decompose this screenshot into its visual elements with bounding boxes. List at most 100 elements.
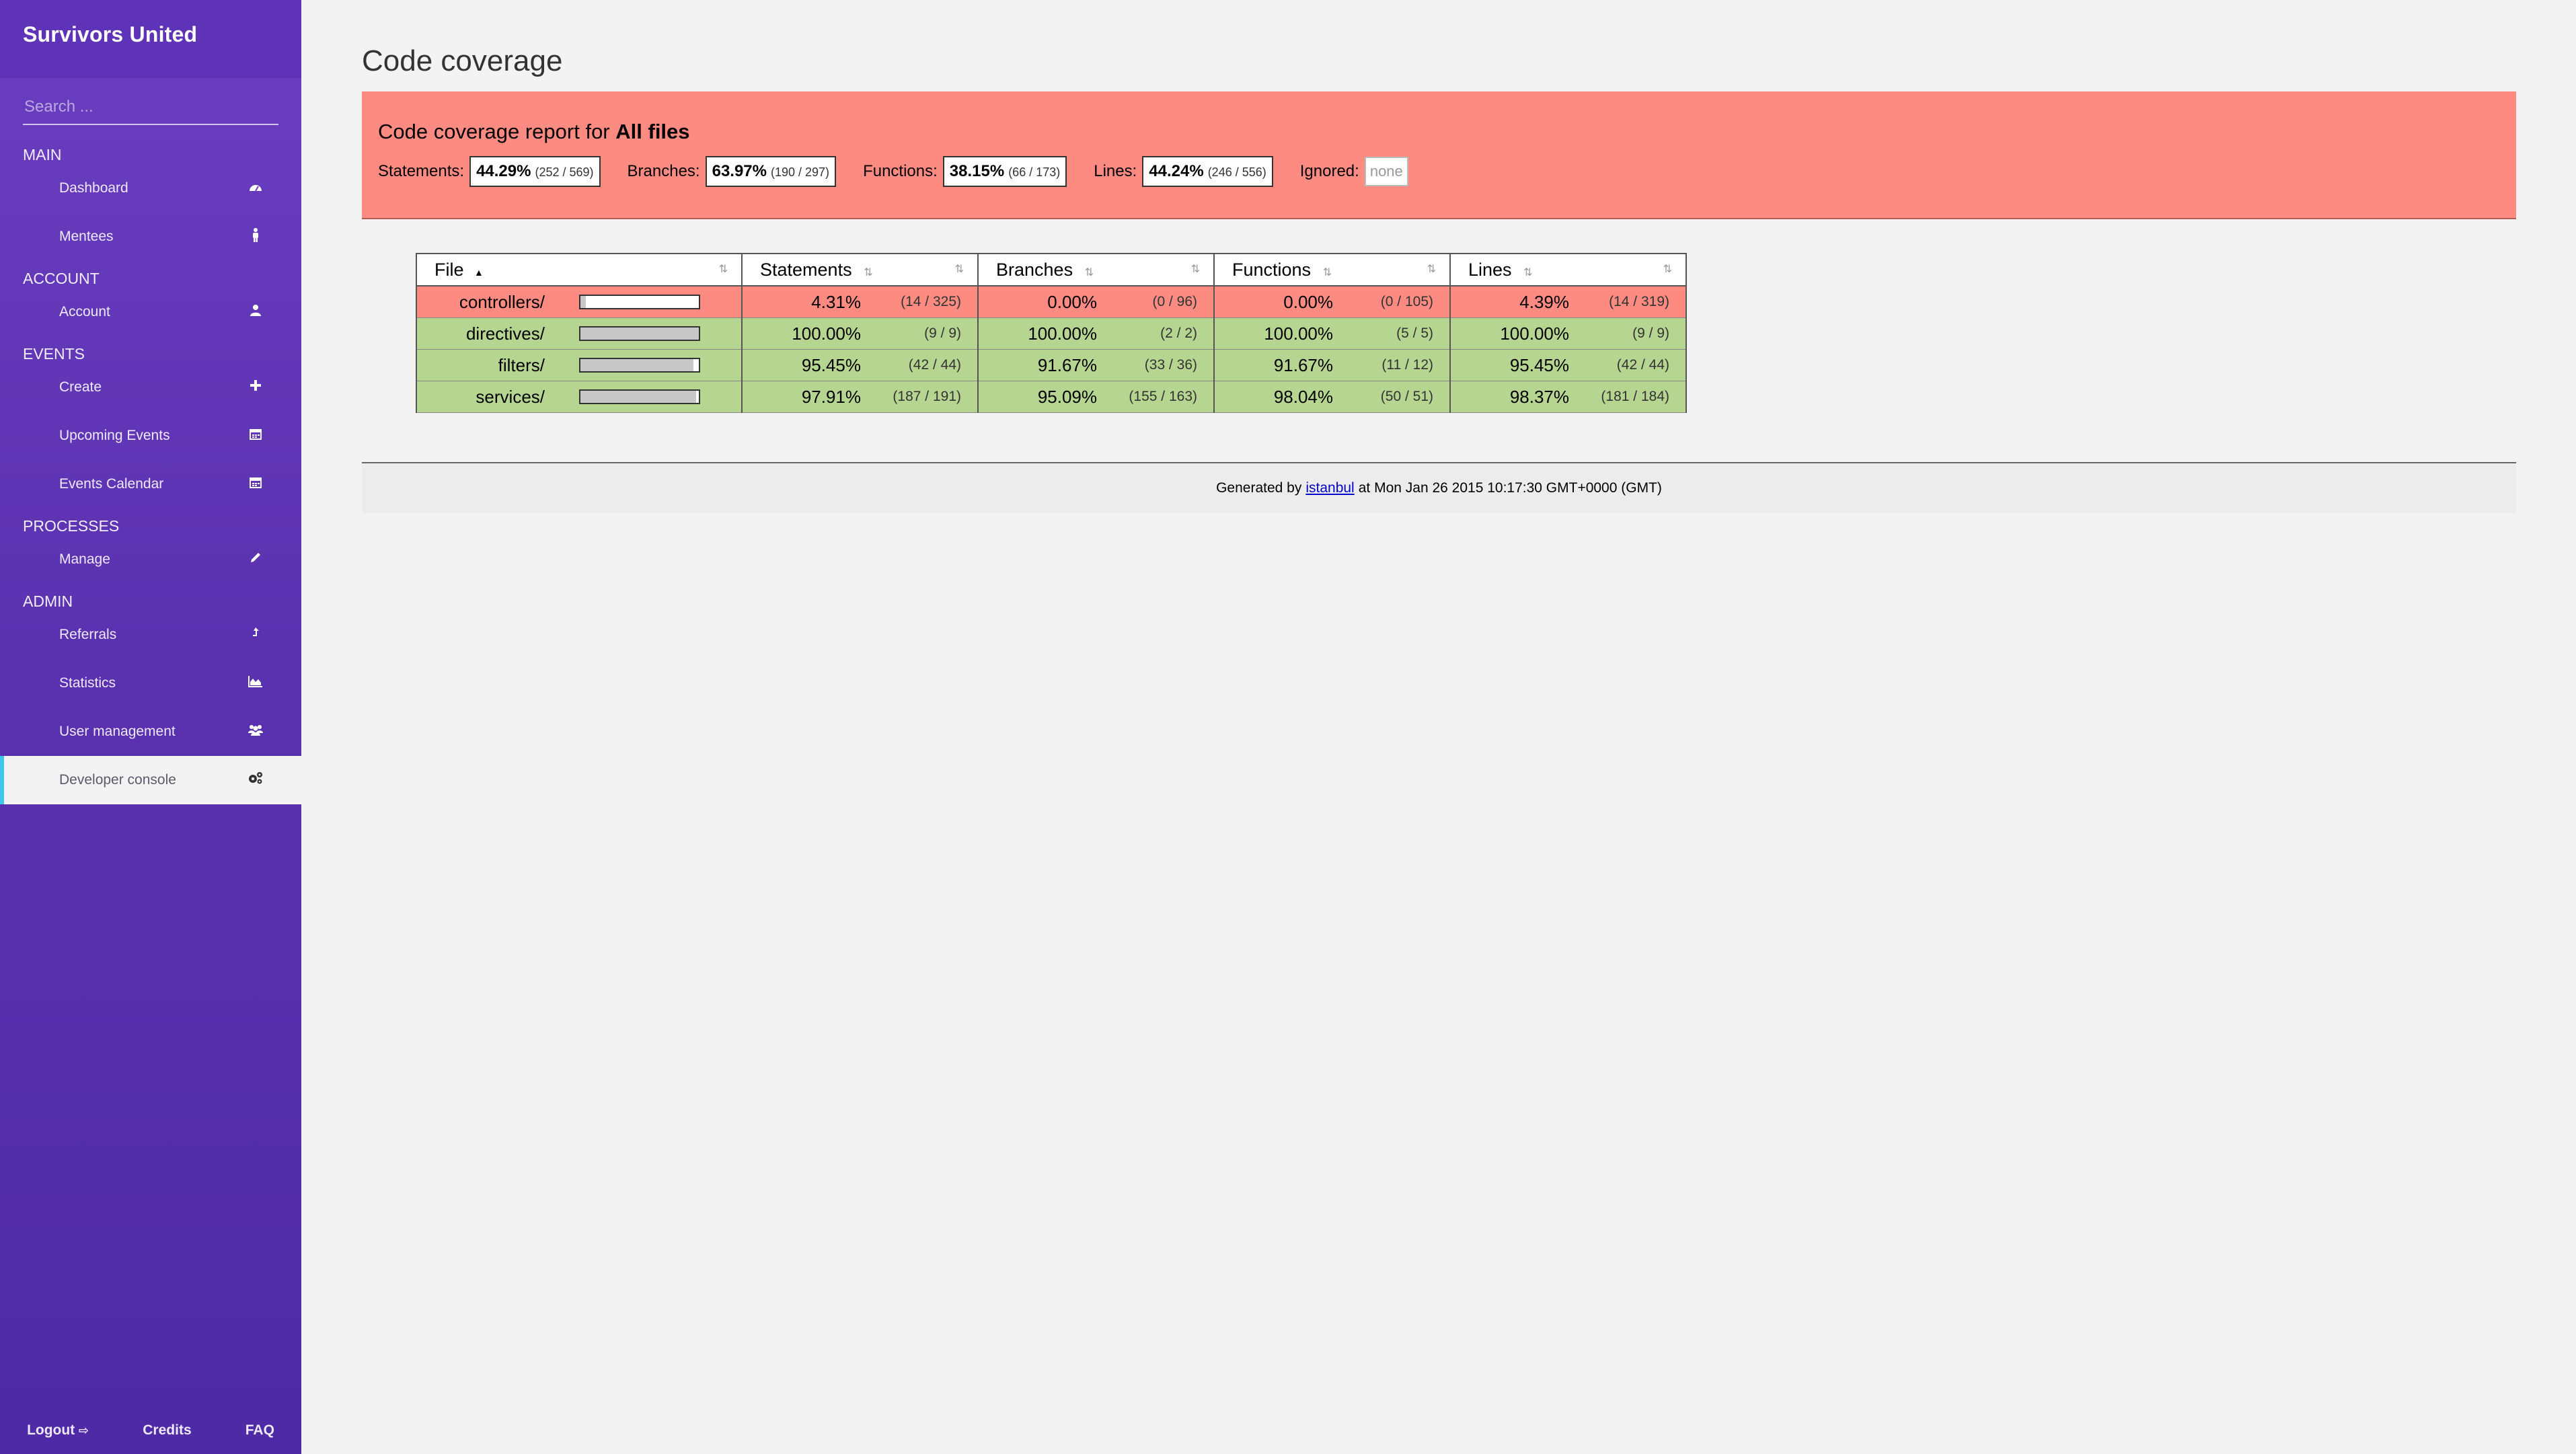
branches-pct: 91.67% <box>978 349 1102 381</box>
statements-abs: (14 / 325) <box>866 285 979 318</box>
sidebar-item-label: Dashboard <box>59 180 128 196</box>
coverage-bar-fill <box>580 359 693 371</box>
lines-abs: (14 / 319) <box>1575 285 1687 318</box>
column-header-functions[interactable]: Functions ⇅ ⇅ <box>1213 253 1451 286</box>
statements-abs: (9 / 9) <box>866 317 979 350</box>
pencil-icon <box>248 551 264 568</box>
faq-link[interactable]: FAQ <box>245 1422 274 1439</box>
lines-pct: 95.45% <box>1450 349 1575 381</box>
metric-label: Statements: <box>378 162 465 180</box>
branches-pct: 95.09% <box>978 381 1102 413</box>
sidebar-item-dashboard[interactable]: Dashboard <box>0 164 301 213</box>
statements-pct: 97.91% <box>742 381 866 413</box>
coverage-bar-cell <box>578 317 743 350</box>
sort-icon: ⇅ <box>718 264 728 275</box>
column-header-label: File <box>434 259 464 280</box>
section-title-admin: ADMIN <box>23 592 73 610</box>
sidebar-item-upcoming-events[interactable]: Upcoming Events <box>0 412 301 460</box>
functions-abs: (50 / 51) <box>1338 381 1451 413</box>
sort-icon: ⇅ <box>1322 266 1332 278</box>
branches-abs: (155 / 163) <box>1102 381 1215 413</box>
file-link[interactable]: directives/ <box>416 317 578 350</box>
coverage-bar-cell <box>578 285 743 318</box>
file-link[interactable]: services/ <box>416 381 578 413</box>
summary-heading-prefix: Code coverage report for <box>378 120 610 143</box>
sidebar-item-label: Account <box>59 304 110 319</box>
column-header-lines[interactable]: Lines ⇅ ⇅ <box>1449 253 1687 286</box>
plus-icon <box>248 379 264 395</box>
lines-pct: 100.00% <box>1450 317 1575 350</box>
sort-icon: ⇅ <box>954 264 964 275</box>
lines-pct: 4.39% <box>1450 285 1575 318</box>
lines-abs: (181 / 184) <box>1575 381 1687 413</box>
column-header-statements[interactable]: Statements ⇅ ⇅ <box>741 253 979 286</box>
column-header-branches[interactable]: Branches ⇅ ⇅ <box>977 253 1215 286</box>
sidebar: Survivors United MAIN Dashboard Mentees … <box>0 0 301 1454</box>
table-header-row: File ▲ ⇅ Statements ⇅ ⇅ Branches ⇅ ⇅ Fun… <box>416 253 1687 286</box>
column-header-file[interactable]: File ▲ ⇅ <box>416 253 743 286</box>
person-icon <box>248 227 264 246</box>
sidebar-item-developer-console[interactable]: Developer console <box>0 756 301 804</box>
search-input[interactable] <box>23 97 278 117</box>
sidebar-item-events-calendar[interactable]: Events Calendar <box>0 460 301 508</box>
dashboard-icon <box>248 180 264 196</box>
metric-label: Functions: <box>863 162 938 180</box>
coverage-bar-cell <box>578 381 743 413</box>
branches-abs: (0 / 96) <box>1102 285 1215 318</box>
sidebar-item-label: Referrals <box>59 627 117 642</box>
metric-ignored-value: none <box>1364 157 1408 186</box>
lines-abs: (42 / 44) <box>1575 349 1687 381</box>
metric-ignored: Ignored: none <box>1300 157 1408 186</box>
metric-pct: 44.29% <box>476 162 531 180</box>
users-icon <box>248 724 264 740</box>
brand-title[interactable]: Survivors United <box>0 0 301 78</box>
search-box <box>23 90 278 125</box>
coverage-bar-fill <box>580 328 699 340</box>
sidebar-item-label: Upcoming Events <box>59 428 170 443</box>
calendar-icon <box>248 476 264 492</box>
coverage-bar-cell <box>578 349 743 381</box>
sidebar-item-user-management[interactable]: User management <box>0 707 301 756</box>
sidebar-item-statistics[interactable]: Statistics <box>0 659 301 707</box>
metric-frac: (190 / 297) <box>771 165 830 179</box>
metric-label: Ignored: <box>1299 162 1359 180</box>
section-title-events: EVENTS <box>23 345 85 362</box>
share-icon <box>248 627 264 643</box>
istanbul-link[interactable]: istanbul <box>1305 480 1354 496</box>
footer-prefix: Generated by <box>1216 480 1302 496</box>
file-link[interactable]: controllers/ <box>416 285 578 318</box>
sort-icon: ⇅ <box>1190 264 1200 275</box>
credits-link[interactable]: Credits <box>143 1422 191 1439</box>
functions-pct: 100.00% <box>1214 317 1338 350</box>
coverage-bar <box>579 326 700 341</box>
sidebar-item-mentees[interactable]: Mentees <box>0 213 301 261</box>
sidebar-item-create[interactable]: Create <box>0 363 301 412</box>
column-header-label: Branches <box>996 259 1073 280</box>
sidebar-item-label: Developer console <box>59 772 176 788</box>
column-header-label: Statements <box>760 259 852 280</box>
table-row: directives/100.00% (9 / 9) 100.00% (2 / 2) 1… <box>416 317 1687 350</box>
sidebar-item-label: Create <box>59 379 102 395</box>
logout-link[interactable]: Logout ⇨ <box>27 1422 89 1439</box>
statements-pct: 4.31% <box>742 285 866 318</box>
sidebar-item-referrals[interactable]: Referrals <box>0 611 301 659</box>
table-row: controllers/4.31% (14 / 325) 0.00% (0 / 96)… <box>416 285 1687 318</box>
sidebar-item-account[interactable]: Account <box>0 288 301 336</box>
sidebar-item-manage[interactable]: Manage <box>0 535 301 584</box>
sidebar-item-label: User management <box>59 724 176 739</box>
file-link[interactable]: filters/ <box>416 349 578 381</box>
metric-frac: (252 / 569) <box>535 165 594 179</box>
branches-pct: 100.00% <box>978 317 1102 350</box>
functions-pct: 91.67% <box>1214 349 1338 381</box>
coverage-bar <box>579 358 700 373</box>
statements-pct: 100.00% <box>742 317 866 350</box>
sidebar-footer: Logout ⇨ Credits FAQ <box>0 1407 301 1454</box>
branches-abs: (2 / 2) <box>1102 317 1215 350</box>
coverage-bar-fill <box>580 391 697 403</box>
table-row: filters/95.45% (42 / 44) 91.67% (33 / 36) 91… <box>416 349 1687 381</box>
sidebar-item-label: Statistics <box>59 675 116 691</box>
metric-label: Branches: <box>627 162 700 180</box>
sort-icon: ⇅ <box>1523 266 1533 278</box>
page-title: Code coverage <box>362 44 563 77</box>
sidebar-item-label: Events Calendar <box>59 476 164 492</box>
